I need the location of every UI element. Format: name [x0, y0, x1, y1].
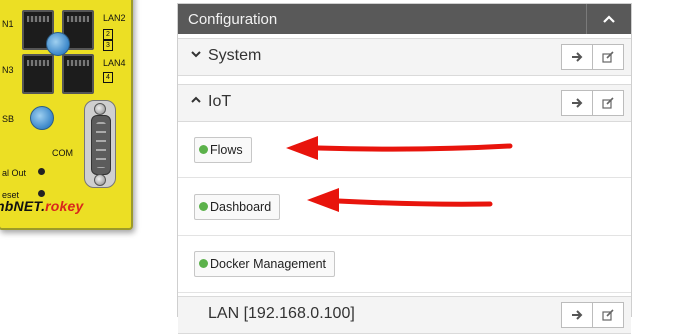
section-system-title[interactable]: System [190, 47, 261, 65]
ethernet-port-lan3 [22, 54, 54, 94]
item-label: Dashboard [210, 200, 272, 214]
edit-lan-button[interactable] [593, 302, 624, 328]
digital-out-label: al Out [2, 168, 27, 178]
device-illustration: N1 LAN2 N3 LAN4 2 3 4 SB COM al Out eset… [0, 0, 133, 230]
chevron-up-icon [603, 15, 615, 23]
dashboard-button[interactable]: Dashboard [194, 194, 281, 220]
lan4-label: LAN4 [103, 58, 126, 68]
flows-button[interactable]: Flows [194, 137, 252, 163]
status-dot-icon [199, 145, 208, 154]
arrow-right-icon [572, 52, 583, 62]
lan3-label: N3 [2, 65, 14, 75]
configuration-panel: Configuration System IoT Flows Dashboard… [177, 3, 632, 334]
status-dot-icon [199, 259, 208, 268]
usb-led-icon [30, 106, 54, 130]
edit-iot-button[interactable] [593, 90, 624, 116]
open-iot-button[interactable] [561, 90, 593, 116]
section-system[interactable]: System [178, 38, 631, 76]
chevron-down-icon [191, 51, 201, 58]
arrow-right-icon [572, 98, 583, 108]
edit-icon [602, 51, 614, 63]
serial-connector [91, 115, 111, 175]
digital-out-led-icon [38, 168, 45, 175]
com-label: COM [52, 148, 73, 158]
port-number: 3 [103, 40, 113, 51]
screw-icon [94, 103, 106, 115]
reset-button-icon [38, 190, 45, 197]
docker-management-button[interactable]: Docker Management [194, 251, 336, 277]
status-dot-icon [199, 202, 208, 211]
lan2-label: LAN2 [103, 13, 126, 23]
port-number: 4 [103, 72, 113, 83]
section-label: System [208, 47, 262, 64]
list-item: Docker Management [178, 236, 631, 293]
device-brand: nbNET.rokey [0, 198, 84, 214]
list-item: Flows [178, 122, 631, 178]
section-label: IoT [208, 93, 232, 110]
section-iot[interactable]: IoT [178, 84, 631, 122]
lan1-label: N1 [2, 19, 14, 29]
chevron-up-icon [191, 96, 201, 103]
edit-icon [602, 97, 614, 109]
section-actions [561, 44, 624, 70]
section-lan[interactable]: LAN [192.168.0.100] [178, 296, 631, 334]
item-label: Docker Management [210, 257, 327, 271]
section-actions [561, 302, 624, 328]
open-lan-button[interactable] [561, 302, 593, 328]
section-actions [561, 90, 624, 116]
edit-system-button[interactable] [593, 44, 624, 70]
status-led-icon [46, 32, 70, 56]
panel-header: Configuration [178, 4, 631, 34]
brand-suffix: rokey [45, 198, 84, 214]
section-iot-title[interactable]: IoT [190, 93, 231, 111]
open-system-button[interactable] [561, 44, 593, 70]
panel-title: Configuration [188, 11, 278, 28]
item-label: Flows [210, 143, 243, 157]
section-lan-title[interactable]: LAN [192.168.0.100] [208, 305, 355, 323]
port-number: 2 [103, 29, 113, 40]
brand-prefix: nbNET. [0, 198, 46, 214]
com-port-icon [84, 100, 116, 188]
screw-icon [94, 174, 106, 186]
collapse-panel-button[interactable] [586, 4, 631, 34]
list-item: Dashboard [178, 178, 631, 236]
ethernet-port-lan4 [62, 54, 94, 94]
usb-label: SB [2, 114, 15, 124]
